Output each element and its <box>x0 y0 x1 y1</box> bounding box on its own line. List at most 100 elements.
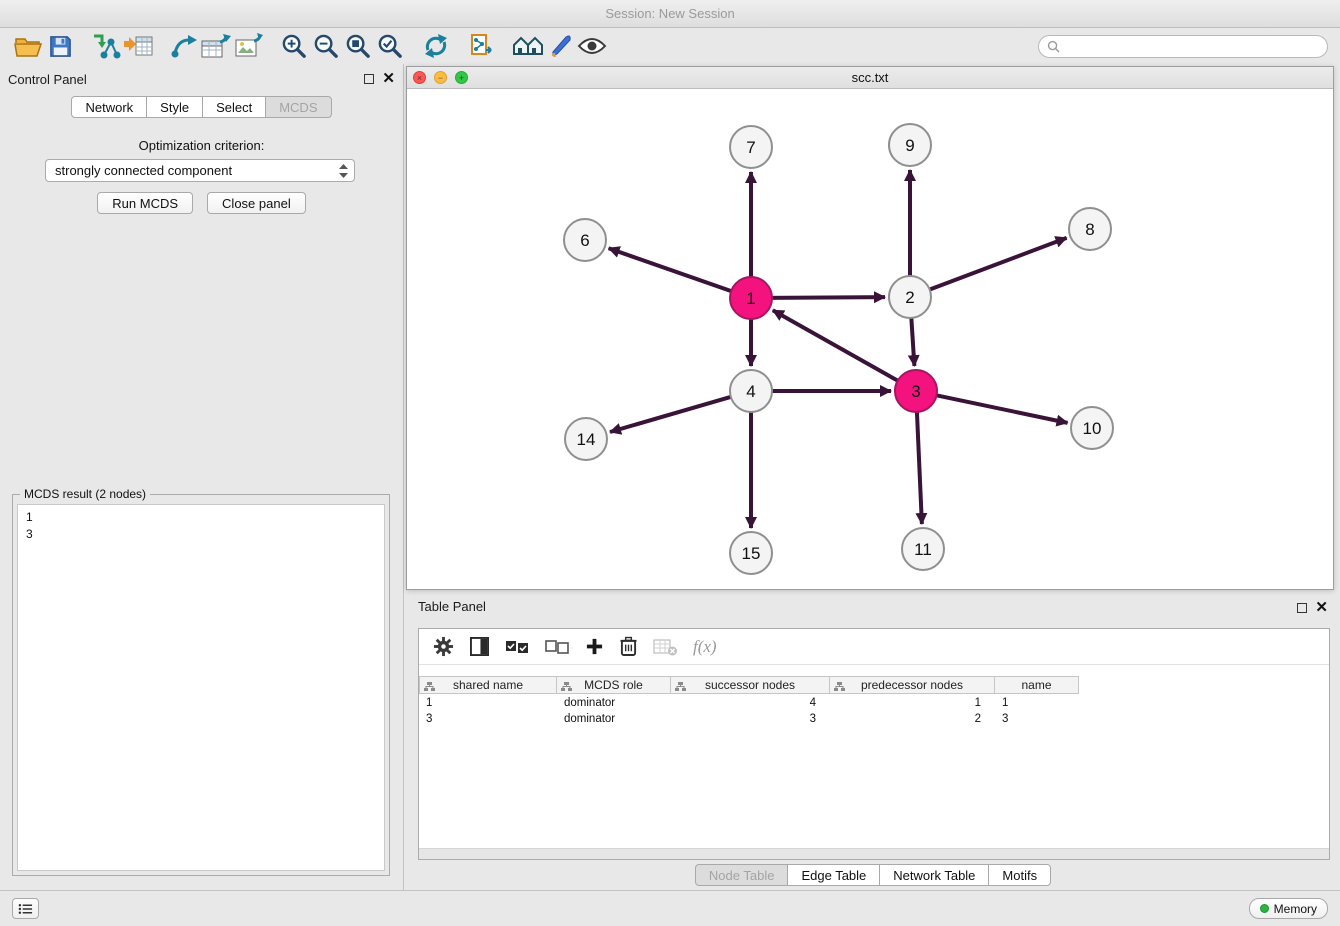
network-node[interactable]: 7 <box>730 126 772 168</box>
table-header-row: shared name MCDS role successor nodes pr… <box>419 676 1329 694</box>
mcds-result-list[interactable]: 1 3 <box>17 504 385 871</box>
show-hide-icon[interactable] <box>576 31 608 61</box>
mcds-result-value: 3 <box>26 526 376 543</box>
node-table-container: f(x) shared name MCDS role successor nod… <box>418 628 1330 860</box>
function-builder-icon[interactable]: f(x) <box>693 632 717 662</box>
tab-mcds[interactable]: MCDS <box>265 96 331 118</box>
cell-shared-name[interactable]: 1 <box>419 696 557 712</box>
control-panel-title: Control Panel <box>8 72 87 87</box>
deselect-all-icon[interactable] <box>545 632 569 662</box>
cell-mcds-role[interactable]: dominator <box>557 696 671 712</box>
network-node[interactable]: 9 <box>889 124 931 166</box>
table-row[interactable]: 1 dominator 4 1 1 <box>419 696 1329 712</box>
select-all-icon[interactable] <box>505 632 529 662</box>
tab-style[interactable]: Style <box>146 96 203 118</box>
zoom-window-icon[interactable]: + <box>455 71 468 84</box>
memory-status-icon <box>1260 904 1269 913</box>
cell-predecessor-nodes[interactable]: 1 <box>830 696 995 712</box>
window-title: Session: New Session <box>605 6 734 21</box>
tab-node-table[interactable]: Node Table <box>695 864 789 886</box>
network-node[interactable]: 11 <box>902 528 944 570</box>
export-table-icon[interactable] <box>200 31 232 61</box>
column-header-predecessor-nodes[interactable]: predecessor nodes <box>830 676 995 694</box>
column-header-mcds-role[interactable]: MCDS role <box>557 676 671 694</box>
network-edge[interactable] <box>610 396 733 432</box>
close-panel-icon[interactable]: ✕ <box>382 72 395 86</box>
column-header-successor-nodes[interactable]: successor nodes <box>671 676 830 694</box>
refresh-icon[interactable] <box>420 31 452 61</box>
memory-label: Memory <box>1274 902 1317 916</box>
control-panel-tabs: Network Style Select MCDS <box>0 96 403 118</box>
zoom-selected-icon[interactable] <box>374 31 406 61</box>
node-label: 8 <box>1085 220 1094 239</box>
cell-predecessor-nodes[interactable]: 2 <box>830 712 995 728</box>
network-node[interactable]: 10 <box>1071 407 1113 449</box>
cell-mcds-role[interactable]: dominator <box>557 712 671 728</box>
network-edge[interactable] <box>770 297 885 298</box>
zoom-out-icon[interactable] <box>310 31 342 61</box>
clone-network-icon[interactable] <box>466 31 498 61</box>
task-history-button[interactable] <box>12 898 39 919</box>
network-node[interactable]: 1 <box>730 277 772 319</box>
add-column-icon[interactable] <box>585 632 604 662</box>
first-neighbors-icon[interactable] <box>512 31 544 61</box>
run-mcds-button[interactable]: Run MCDS <box>97 192 193 214</box>
network-node[interactable]: 6 <box>564 219 606 261</box>
network-edge[interactable] <box>935 395 1068 423</box>
cell-name[interactable]: 1 <box>995 696 1079 712</box>
network-node[interactable]: 15 <box>730 532 772 574</box>
mcds-result-value: 1 <box>26 509 376 526</box>
table-row[interactable]: 3 dominator 3 2 3 <box>419 712 1329 728</box>
network-node[interactable]: 8 <box>1069 208 1111 250</box>
network-edge[interactable] <box>917 410 922 524</box>
column-header-name[interactable]: name <box>995 676 1079 694</box>
tab-network[interactable]: Network <box>71 96 147 118</box>
network-edge[interactable] <box>911 316 914 366</box>
tab-edge-table[interactable]: Edge Table <box>787 864 880 886</box>
close-window-icon[interactable]: × <box>413 71 426 84</box>
close-panel-button[interactable]: Close panel <box>207 192 306 214</box>
search-box <box>1038 35 1328 58</box>
network-node[interactable]: 3 <box>895 370 937 412</box>
network-node[interactable]: 2 <box>889 276 931 318</box>
network-node[interactable]: 4 <box>730 370 772 412</box>
network-edge[interactable] <box>609 248 733 291</box>
save-session-icon[interactable] <box>44 31 76 61</box>
table-settings-gear-icon[interactable] <box>433 632 454 662</box>
show-columns-icon[interactable] <box>470 632 489 662</box>
import-network-icon[interactable] <box>90 31 122 61</box>
search-input[interactable] <box>1065 39 1319 53</box>
select-stepper-icon <box>339 164 348 178</box>
tab-select[interactable]: Select <box>202 96 266 118</box>
network-edge[interactable] <box>773 310 900 381</box>
export-image-icon[interactable] <box>232 31 264 61</box>
column-header-shared-name[interactable]: shared name <box>419 676 557 694</box>
memory-button[interactable]: Memory <box>1249 898 1328 919</box>
network-canvas[interactable]: 7 9 6 8 1 2 4 3 10 14 15 11 <box>407 89 1333 589</box>
open-session-icon[interactable] <box>12 31 44 61</box>
apply-style-icon[interactable] <box>544 31 576 61</box>
tab-network-table[interactable]: Network Table <box>879 864 989 886</box>
cell-name[interactable]: 3 <box>995 712 1079 728</box>
table-panel-title: Table Panel <box>418 599 486 614</box>
float-table-panel-icon[interactable] <box>1297 603 1307 613</box>
zoom-fit-icon[interactable] <box>342 31 374 61</box>
delete-table-icon[interactable] <box>653 632 677 662</box>
close-table-panel-icon[interactable]: ✕ <box>1315 601 1328 615</box>
criterion-select[interactable]: strongly connected component <box>45 159 355 182</box>
node-label: 15 <box>742 544 761 563</box>
cell-shared-name[interactable]: 3 <box>419 712 557 728</box>
tab-motifs[interactable]: Motifs <box>988 864 1051 886</box>
table-scrollbar-track[interactable] <box>419 848 1329 859</box>
float-panel-icon[interactable] <box>364 74 374 84</box>
network-node[interactable]: 14 <box>565 418 607 460</box>
delete-column-icon[interactable] <box>620 632 637 662</box>
network-edge[interactable] <box>928 238 1067 290</box>
export-network-icon[interactable] <box>168 31 200 61</box>
zoom-in-icon[interactable] <box>278 31 310 61</box>
cell-successor-nodes[interactable]: 3 <box>671 712 830 728</box>
cell-successor-nodes[interactable]: 4 <box>671 696 830 712</box>
minimize-window-icon[interactable]: − <box>434 71 447 84</box>
network-window-titlebar[interactable]: × − + scc.txt <box>407 67 1333 89</box>
import-table-icon[interactable] <box>122 31 154 61</box>
